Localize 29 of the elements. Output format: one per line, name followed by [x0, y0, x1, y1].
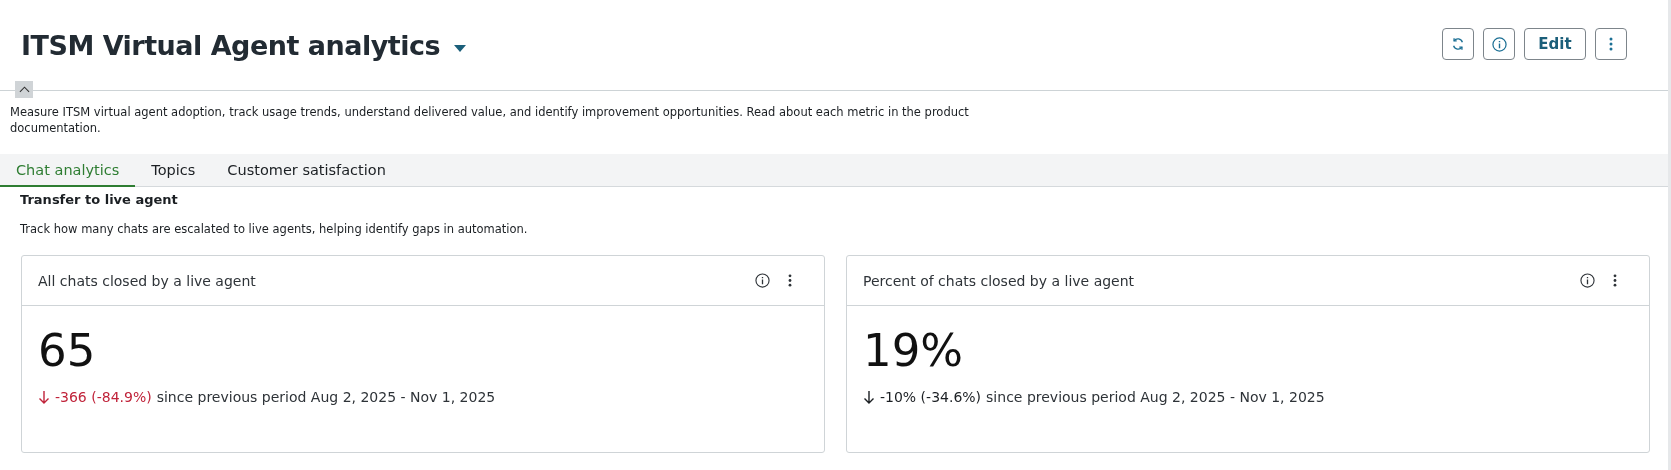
edit-button[interactable]: Edit	[1524, 28, 1586, 60]
section-subtitle: Track how many chats are escalated to live agents, helping identify gaps in automation.	[20, 222, 529, 236]
more-options-button[interactable]	[1595, 28, 1627, 60]
refresh-icon	[1451, 37, 1465, 51]
info-button[interactable]	[1483, 28, 1515, 60]
page-title: ITSM Virtual Agent analytics	[21, 30, 440, 61]
section-title: Transfer to live agent	[20, 192, 179, 207]
card-title: Percent of chats closed by a live agent	[863, 272, 1136, 289]
more-options-icon[interactable]	[1613, 274, 1617, 287]
tab[interactable]: Chat analytics	[0, 154, 136, 187]
caret-down-icon[interactable]	[454, 44, 466, 53]
info-icon[interactable]	[1580, 273, 1595, 288]
more-options-icon[interactable]	[788, 274, 792, 287]
metric-value: 19%	[863, 324, 965, 377]
refresh-button[interactable]	[1442, 28, 1474, 60]
description-text: Measure ITSM virtual agent adoption, track usage trends, understand delivered value, and identify improvement opportunities. Read about each metric in the product documentation.	[10, 104, 970, 136]
card-title: All chats closed by a live agent	[38, 272, 257, 289]
collapse-button[interactable]	[15, 81, 33, 98]
period-text: since previous period Aug 2, 2025 - Nov 1, 2025	[156, 389, 496, 405]
info-icon[interactable]	[755, 273, 770, 288]
chevron-up-icon	[18, 86, 30, 93]
period-text: since previous period Aug 2, 2025 - Nov 1, 2025	[986, 389, 1325, 405]
metric-value: 65	[38, 324, 97, 377]
info-icon	[1491, 36, 1507, 52]
tab[interactable]: Customer satisfaction	[211, 154, 402, 187]
tab[interactable]: Topics	[135, 154, 212, 187]
change-value: -366 (-84.9%)	[55, 389, 152, 405]
change-value: -10% (-34.6%)	[880, 389, 982, 405]
more-options-icon	[1609, 37, 1613, 51]
